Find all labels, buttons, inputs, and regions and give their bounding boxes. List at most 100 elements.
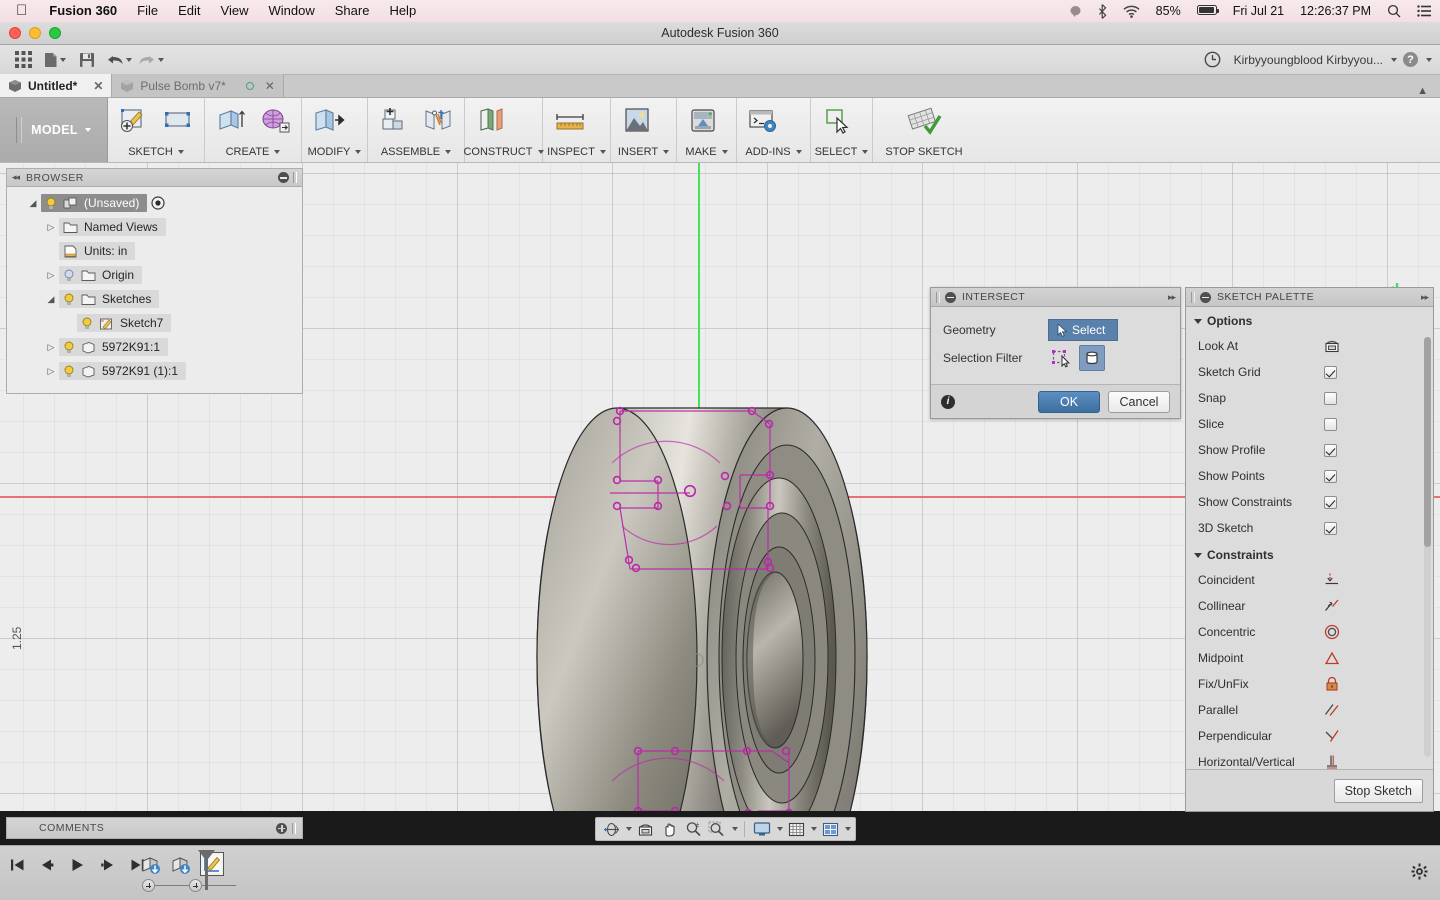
- display-chevron-down-icon[interactable]: [777, 827, 783, 831]
- look-at-icon[interactable]: [1324, 339, 1340, 353]
- play-icon[interactable]: [68, 856, 86, 874]
- ok-button[interactable]: OK: [1038, 390, 1100, 413]
- insert-button[interactable]: [615, 102, 659, 138]
- drag-grip[interactable]: [936, 291, 940, 303]
- show-points-checkbox[interactable]: [1324, 469, 1337, 483]
- collapse-left-icon[interactable]: ◂◂: [12, 172, 20, 183]
- look-at-icon[interactable]: [634, 819, 656, 839]
- ribbon-group-label[interactable]: ASSEMBLE: [368, 146, 464, 158]
- collapse-chevron-up-icon[interactable]: ▲: [1417, 85, 1440, 97]
- info-icon[interactable]: i: [941, 394, 955, 409]
- twisty-right-icon[interactable]: ▷: [43, 222, 59, 233]
- slice-checkbox[interactable]: [1324, 417, 1337, 431]
- browser-node-unsaved[interactable]: ◢ (Unsaved): [7, 191, 302, 215]
- fix-unfix-constraint-icon[interactable]: [1324, 676, 1340, 692]
- workspace-switcher-button[interactable]: MODEL: [0, 98, 108, 162]
- add-comment-icon[interactable]: [276, 822, 287, 834]
- menu-item-window[interactable]: Window: [258, 0, 324, 22]
- orbit-chevron-down-icon[interactable]: [626, 827, 632, 831]
- minimize-icon[interactable]: [945, 291, 956, 303]
- measure-button[interactable]: [547, 102, 593, 138]
- ribbon-group-label[interactable]: INSERT: [611, 146, 676, 158]
- twisty-right-icon[interactable]: ▷: [43, 270, 59, 281]
- apple-icon[interactable]: : [0, 1, 39, 21]
- ribbon-group-label[interactable]: MAKE: [677, 146, 736, 158]
- joint-button[interactable]: [416, 102, 460, 138]
- palette-row-sketch-grid[interactable]: Sketch Grid: [1186, 359, 1433, 385]
- constraints-section-header[interactable]: Constraints: [1186, 541, 1433, 567]
- menu-item-share[interactable]: Share: [325, 0, 380, 22]
- browser-node-sketch7[interactable]: Sketch7: [7, 311, 302, 335]
- wifi-icon[interactable]: [1115, 5, 1148, 18]
- ribbon-group-label[interactable]: SKETCH: [108, 146, 204, 158]
- sketch-rectangle-button[interactable]: [156, 102, 200, 138]
- document-tab-untitled[interactable]: Untitled* ✕: [0, 74, 113, 97]
- new-document-icon[interactable]: [40, 47, 70, 73]
- notification-center-icon[interactable]: [1409, 5, 1440, 17]
- expand-right-icon[interactable]: ▸▸: [1421, 292, 1429, 303]
- sketch-selection-filter-icon[interactable]: [1048, 345, 1074, 371]
- sketch-grid-checkbox[interactable]: [1324, 365, 1337, 379]
- ribbon-group-label[interactable]: SELECT: [811, 146, 872, 158]
- go-to-beginning-icon[interactable]: [8, 856, 26, 874]
- drag-grip[interactable]: [16, 117, 23, 143]
- bluetooth-icon[interactable]: [1090, 3, 1115, 19]
- horizontal-vertical-constraint-icon[interactable]: [1324, 754, 1340, 770]
- step-back-icon[interactable]: [38, 856, 56, 874]
- account-chevron-down-icon[interactable]: [1391, 57, 1397, 62]
- save-icon[interactable]: [72, 47, 102, 73]
- close-icon[interactable]: ✕: [265, 79, 275, 93]
- intersect-dialog-header[interactable]: INTERSECT ▸▸: [931, 288, 1180, 307]
- job-status-clock-icon[interactable]: [1198, 47, 1228, 73]
- stop-sketch-ribbon-button[interactable]: [877, 102, 971, 138]
- menu-item-fusion-360[interactable]: Fusion 360: [39, 0, 127, 22]
- browser-node-sketches[interactable]: ◢ Sketches: [7, 287, 302, 311]
- browser-panel-header[interactable]: ◂◂ BROWSER: [7, 169, 302, 187]
- app-grid-icon[interactable]: [8, 47, 38, 73]
- browser-node-named-views[interactable]: ▷ Named Views: [7, 215, 302, 239]
- zoom-chevron-down-icon[interactable]: [732, 827, 738, 831]
- grid-settings-icon[interactable]: [785, 819, 807, 839]
- twisty-right-icon[interactable]: ▷: [43, 342, 59, 353]
- snap-checkbox[interactable]: [1324, 391, 1337, 405]
- collinear-constraint-icon[interactable]: [1324, 598, 1340, 614]
- menu-item-help[interactable]: Help: [379, 0, 426, 22]
- ribbon-group-label[interactable]: ADD-INS: [737, 146, 810, 158]
- press-pull-button[interactable]: [306, 102, 352, 138]
- palette-row-show-constraints[interactable]: Show Constraints: [1186, 489, 1433, 515]
- addins-button[interactable]: [741, 102, 785, 138]
- close-icon[interactable]: ✕: [93, 79, 103, 93]
- offset-plane-button[interactable]: [469, 102, 515, 138]
- midpoint-constraint-icon[interactable]: [1324, 650, 1340, 666]
- sketch-palette-header[interactable]: SKETCH PALETTE ▸▸: [1186, 288, 1433, 307]
- siri-icon[interactable]: [1061, 5, 1090, 18]
- redo-icon[interactable]: [136, 47, 166, 73]
- zoom-icon[interactable]: ±: [682, 819, 704, 839]
- viewports-icon[interactable]: [819, 819, 841, 839]
- timeline-settings-gear-icon[interactable]: [1411, 863, 1428, 880]
- palette-scrollbar[interactable]: [1424, 337, 1431, 757]
- menu-item-edit[interactable]: Edit: [168, 0, 210, 22]
- palette-row-midpoint[interactable]: Midpoint: [1186, 645, 1433, 671]
- palette-row-fix-unfix[interactable]: Fix/UnFix: [1186, 671, 1433, 697]
- palette-row-parallel[interactable]: Parallel: [1186, 697, 1433, 723]
- activate-component-radio[interactable]: [151, 196, 165, 210]
- ribbon-group-label[interactable]: INSPECT: [543, 146, 610, 158]
- ribbon-group-label[interactable]: STOP SKETCH: [873, 146, 975, 158]
- ribbon-group-label[interactable]: CONSTRUCT: [463, 146, 544, 158]
- make-button[interactable]: [681, 102, 725, 138]
- palette-row-look-at[interactable]: Look At: [1186, 333, 1433, 359]
- twisty-down-icon[interactable]: ◢: [25, 198, 41, 209]
- ribbon-group-label[interactable]: MODIFY: [302, 146, 367, 158]
- perpendicular-constraint-icon[interactable]: [1324, 728, 1340, 744]
- help-chevron-down-icon[interactable]: [1426, 57, 1432, 62]
- menu-item-view[interactable]: View: [211, 0, 259, 22]
- show-constraints-checkbox[interactable]: [1324, 495, 1337, 509]
- document-tab-pulse-bomb[interactable]: Pulse Bomb v7* ✕: [112, 74, 284, 97]
- timeline-playhead-marker[interactable]: [205, 852, 208, 890]
- menu-item-file[interactable]: File: [127, 0, 168, 22]
- body-selection-filter-icon[interactable]: [1079, 345, 1105, 371]
- drag-grip[interactable]: [1191, 291, 1195, 303]
- minimize-icon[interactable]: [1200, 291, 1211, 303]
- browser-node-origin[interactable]: ▷ Origin: [7, 263, 302, 287]
